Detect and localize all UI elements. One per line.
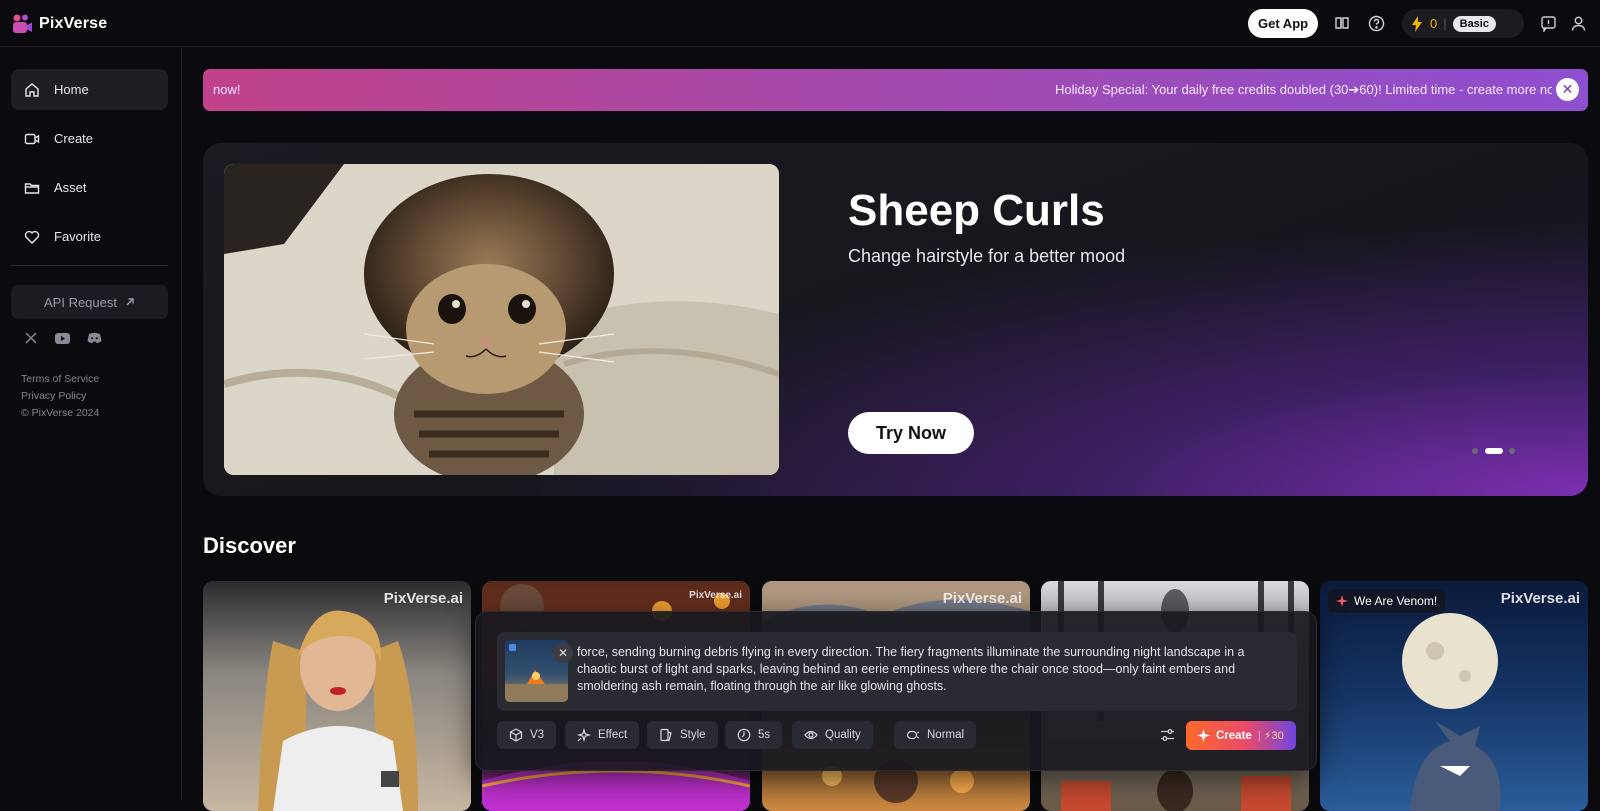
create-button[interactable]: Create | ⚡30 xyxy=(1186,721,1296,750)
user-icon[interactable] xyxy=(1568,13,1588,33)
close-icon: ✕ xyxy=(1561,81,1574,97)
heart-icon xyxy=(24,230,40,244)
duration-chip[interactable]: 5s xyxy=(725,721,783,749)
effect-chip[interactable]: Effect xyxy=(565,721,640,749)
sidebar-item-label: Asset xyxy=(54,180,87,195)
chip-label: V3 xyxy=(530,729,545,741)
quality-chip[interactable]: Quality xyxy=(792,721,873,749)
book-icon[interactable] xyxy=(1332,13,1352,33)
carousel-dot[interactable] xyxy=(1509,448,1515,454)
watermark: PixVerse.ai xyxy=(942,590,1022,607)
pixverse-logo-icon xyxy=(11,13,33,35)
sidebar-item-favorite[interactable]: Favorite xyxy=(11,216,168,257)
cube-icon xyxy=(509,728,523,742)
carousel-dot-active[interactable] xyxy=(1485,448,1503,454)
watermark: PixVerse.ai xyxy=(383,590,463,607)
model-version-chip[interactable]: V3 xyxy=(497,721,557,749)
prompt-text[interactable]: force, sending burning debris flying in … xyxy=(577,644,1287,695)
remove-image-button[interactable]: ✕ xyxy=(553,643,573,663)
api-request-button[interactable]: API Request xyxy=(11,285,168,319)
x-icon[interactable] xyxy=(23,330,39,346)
create-cost: | ⚡30 xyxy=(1257,730,1284,742)
terms-link[interactable]: Terms of Service xyxy=(21,373,99,385)
banner-text: Holiday Special: Your daily free credits… xyxy=(1055,82,1552,97)
advanced-settings-button[interactable] xyxy=(1157,725,1177,745)
copyright-text: © PixVerse 2024 xyxy=(21,407,100,419)
sidebar: Home Create Asset Favorite API Request T… xyxy=(0,48,182,800)
sidebar-item-label: Favorite xyxy=(54,229,101,244)
sidebar-item-label: Create xyxy=(54,131,94,146)
banner-text-tail: now! xyxy=(213,82,241,97)
logo[interactable]: PixVerse xyxy=(11,13,107,35)
external-link-icon xyxy=(126,298,134,306)
hero-carousel: Sheep Curls Change hairstyle for a bette… xyxy=(203,143,1588,496)
folder-icon xyxy=(24,182,40,194)
chip-label: Effect xyxy=(598,729,628,741)
discover-card[interactable]: PixVerse.ai xyxy=(203,581,471,811)
hero-subtitle: Change hairstyle for a better mood xyxy=(848,246,1126,266)
style-chip[interactable]: Style xyxy=(647,721,718,749)
notification-icon[interactable] xyxy=(1538,13,1558,33)
youtube-icon[interactable] xyxy=(54,330,70,346)
sidebar-item-asset[interactable]: Asset xyxy=(11,167,168,208)
motion-mode-chip[interactable]: Normal xyxy=(894,721,977,749)
credits-pill[interactable]: 0 | Basic xyxy=(1402,9,1524,38)
chip-label: Normal xyxy=(927,729,965,741)
bolt-icon xyxy=(1412,15,1422,32)
prompt-composer: ✕ force, sending burning debris flying i… xyxy=(475,611,1317,771)
try-now-button[interactable]: Try Now xyxy=(848,412,974,454)
home-icon xyxy=(25,82,39,97)
close-icon: ✕ xyxy=(557,646,569,660)
promo-banner: now! Holiday Special: Your daily free cr… xyxy=(203,69,1588,111)
video-icon xyxy=(24,133,40,144)
top-header: PixVerse Get App 0 | Basic xyxy=(0,0,1600,47)
create-label: Create xyxy=(1216,729,1252,742)
card-thumbnail xyxy=(1402,613,1501,811)
eye-icon xyxy=(804,730,818,740)
carousel-dot[interactable] xyxy=(1472,448,1478,454)
style-icon xyxy=(660,728,672,742)
banner-close-button[interactable]: ✕ xyxy=(1556,78,1579,101)
create-cost-value: 30 xyxy=(1271,730,1284,742)
prompt-input[interactable]: ✕ force, sending burning debris flying i… xyxy=(497,632,1297,711)
card-thumbnail xyxy=(258,610,418,811)
discord-icon[interactable] xyxy=(86,330,102,346)
api-request-label: API Request xyxy=(44,294,117,310)
motion-icon xyxy=(906,730,920,740)
get-app-button[interactable]: Get App xyxy=(1248,9,1319,38)
discover-card[interactable]: We Are Venom! PixVerse.ai xyxy=(1320,581,1588,811)
sliders-icon xyxy=(1160,729,1174,741)
credit-count: 0 xyxy=(1430,16,1438,31)
logo-text: PixVerse xyxy=(39,15,108,32)
chip-label: Quality xyxy=(825,729,861,741)
sparkle-icon xyxy=(1336,595,1348,607)
chip-label: 5s xyxy=(758,729,771,741)
chip-label: Style xyxy=(680,729,706,741)
watermark: PixVerse.ai xyxy=(689,590,742,601)
sidebar-item-label: Home xyxy=(54,82,89,97)
sparkle-icon xyxy=(577,728,591,742)
clock-icon xyxy=(737,728,751,742)
privacy-link[interactable]: Privacy Policy xyxy=(21,390,86,402)
hero-title: Sheep Curls xyxy=(848,186,1105,235)
sidebar-divider xyxy=(11,265,168,266)
watermark: PixVerse.ai xyxy=(1500,590,1580,607)
plan-badge: Basic xyxy=(1452,15,1496,32)
sidebar-item-create[interactable]: Create xyxy=(11,118,168,159)
credit-separator: | xyxy=(1443,16,1447,31)
help-icon[interactable] xyxy=(1366,13,1386,33)
hero-image[interactable] xyxy=(224,164,779,475)
card-tag[interactable]: We Are Venom! xyxy=(1328,589,1446,613)
card-tag-label: We Are Venom! xyxy=(1354,594,1438,608)
sparkle-icon xyxy=(1197,729,1210,742)
discover-title: Discover xyxy=(203,533,296,558)
sidebar-item-home[interactable]: Home xyxy=(11,69,168,110)
